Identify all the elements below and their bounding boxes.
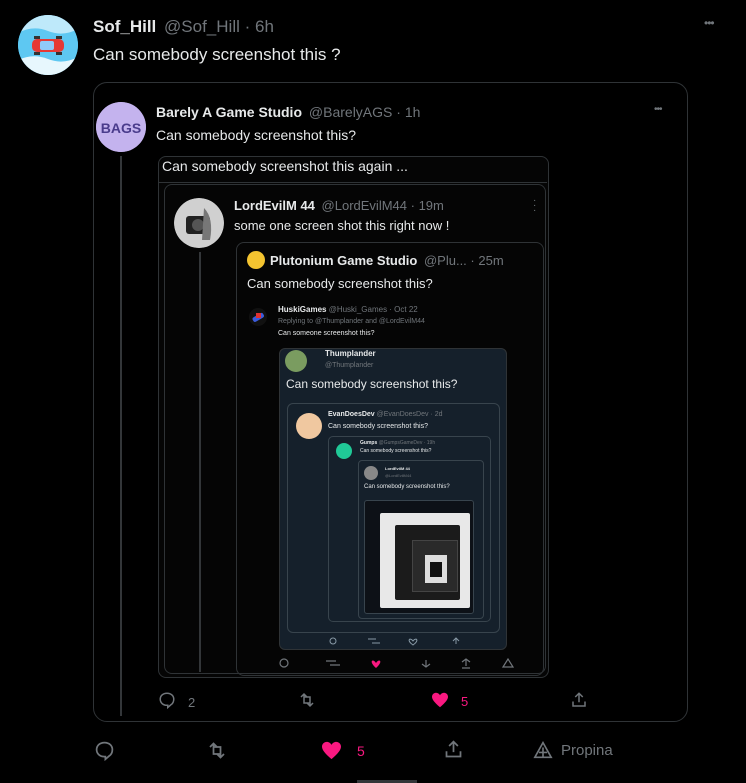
timestamp[interactable]: 6h (255, 17, 274, 36)
quote3-text: some one screen shot this right now ! (234, 218, 450, 233)
quote3-more-icon: · · · (533, 195, 537, 216)
quote4-name: Plutonium Game Studio (270, 253, 418, 268)
thread-line (120, 156, 122, 716)
quote6-handle: @Thumplander (325, 362, 374, 369)
retweet-button[interactable] (206, 740, 228, 761)
thumplander-avatar (285, 350, 307, 372)
quote3-time: · 19m (410, 198, 444, 213)
svg-text:BAGS: BAGS (101, 120, 141, 136)
share-icon (445, 740, 462, 758)
quote4-text: Can somebody screenshot this? (247, 276, 433, 291)
author-name[interactable]: Sof_Hill (93, 17, 156, 36)
separator: · (244, 17, 251, 36)
share-icon (572, 692, 586, 707)
mini-actions-row-1 (329, 637, 460, 646)
quote-like-button[interactable] (431, 692, 449, 708)
heart-filled-icon (322, 741, 341, 760)
car-icon (18, 15, 78, 75)
reply-button[interactable] (94, 740, 115, 761)
thread-line-inner (199, 252, 201, 672)
avatar[interactable] (18, 15, 78, 75)
tweet-text: Can somebody screenshot this ? (93, 45, 341, 64)
quote9-handle: @LordEvilM44 (385, 473, 412, 478)
screenshot-caption: Can somebody screenshot this again ... (162, 158, 408, 174)
quote-reply-count: 2 (188, 695, 196, 710)
quote5-text: Can someone screenshot this? (278, 330, 375, 337)
bags-avatar[interactable]: BAGS (96, 102, 146, 152)
evan-avatar (296, 413, 322, 439)
quote5-handle: @Huski_Games · Oct 22 (328, 305, 418, 314)
like-count: 5 (357, 743, 365, 759)
quote-more-button[interactable]: ••• (654, 104, 662, 115)
quote3-handle: @LordEvilM44 (321, 198, 407, 213)
author-handle[interactable]: @Sof_Hill (164, 17, 240, 36)
like-button[interactable] (321, 741, 342, 760)
lordevil-small-avatar (364, 466, 378, 480)
quote-timestamp[interactable]: · 1h (396, 104, 420, 120)
quote4-time: · 25m (470, 253, 504, 268)
plutonium-avatar (247, 251, 265, 269)
quote3-name: LordEvilM 44 (234, 198, 315, 213)
quote7-handle: @EvanDoesDev · 2d (376, 411, 443, 418)
tip-label: Propina (561, 741, 613, 759)
quote7-name: EvanDoesDev (328, 411, 375, 418)
more-options-button[interactable]: ••• (704, 16, 715, 30)
quote-like-count: 5 (461, 694, 469, 709)
quote7-text: Can somebody screenshot this? (328, 423, 428, 430)
camera-photo-icon (174, 198, 224, 248)
huski-avatar (249, 308, 267, 326)
heart-filled-icon (432, 692, 448, 708)
quote4-handle: @Plu... (423, 253, 467, 268)
quote6-text: Can somebody screenshot this? (286, 377, 458, 391)
mini-actions-row-2 (279, 657, 515, 669)
bags-logo-icon: BAGS (96, 102, 146, 152)
quote8-handle: @GumpsGameDev · 19h (378, 440, 436, 446)
tip-icon (533, 741, 553, 759)
reply-icon (95, 741, 114, 761)
retweet-icon (300, 692, 314, 708)
quote-text: Can somebody screenshot this? (156, 127, 356, 143)
quote-share-button[interactable] (570, 691, 588, 709)
quote-retweet-button[interactable] (298, 691, 316, 709)
tip-button[interactable]: Propina (533, 741, 613, 759)
quote8-name: Gumps (360, 440, 378, 446)
lordevil-avatar (174, 198, 224, 248)
quote-reply-button[interactable] (158, 691, 176, 709)
retweet-icon (209, 742, 225, 759)
quote5-name: HuskiGames (278, 305, 327, 314)
huski-logo-icon (252, 313, 264, 322)
quote5-replying: Replying to @Thumplander and @LordEvilM4… (278, 318, 425, 325)
quote-author-name[interactable]: Barely A Game Studio (156, 104, 302, 120)
quote9-text: Can somebody screenshot this? (364, 484, 450, 490)
quote-author-handle[interactable]: @BarelyAGS (309, 104, 392, 120)
gumps-avatar (336, 443, 352, 459)
quote9-name: LordEvilM 44 (385, 466, 410, 471)
quote6-name: Thumplander (325, 349, 376, 358)
reply-icon (159, 692, 175, 709)
share-button[interactable] (443, 739, 464, 760)
quote8-text: Can somebody screenshot this? (360, 448, 432, 454)
